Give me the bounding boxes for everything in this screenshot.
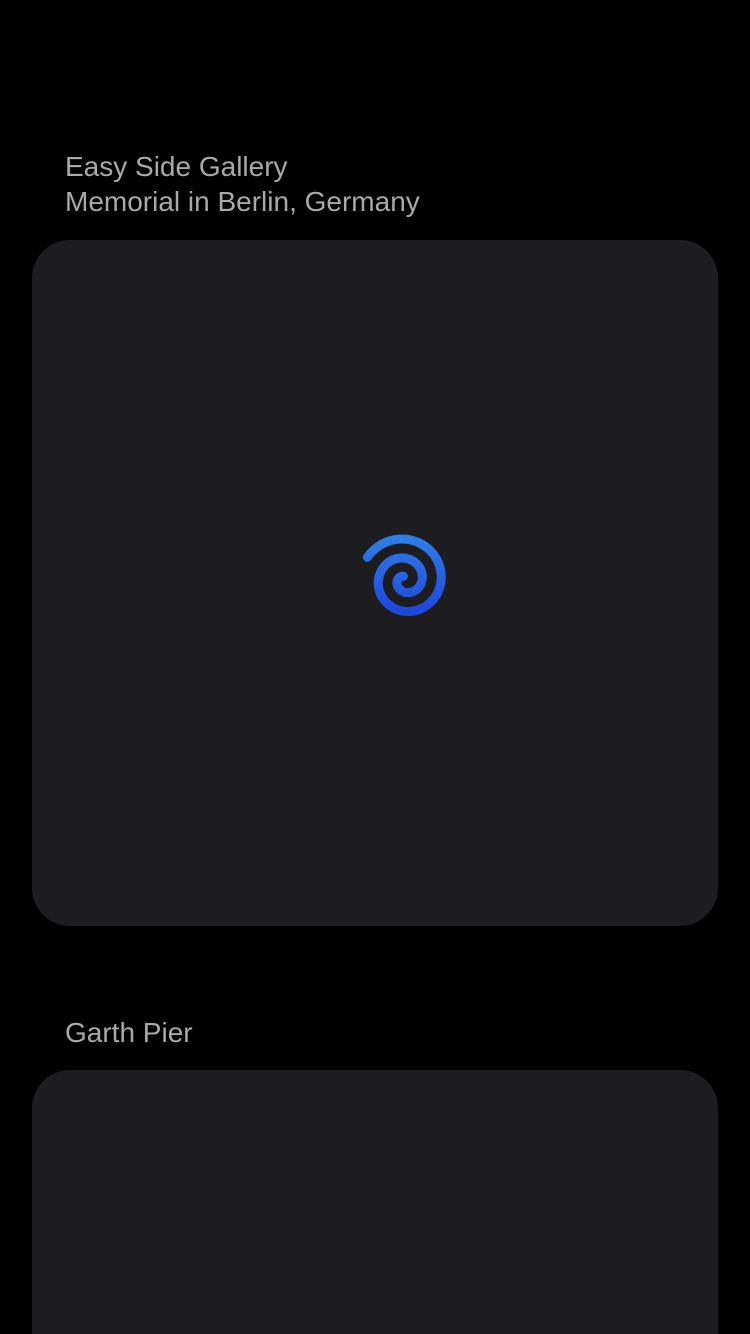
card-title: Easy Side Gallery Memorial in Berlin, Ge… [65, 149, 420, 219]
card-subtitle-line: Memorial in Berlin, Germany [65, 186, 420, 217]
photo-card[interactable] [32, 1070, 718, 1334]
card-title-line: Garth Pier [65, 1017, 193, 1048]
photo-card[interactable] [32, 240, 718, 926]
card-title-line: Easy Side Gallery [65, 151, 288, 182]
spiral-loading-icon [362, 534, 446, 616]
card-title: Garth Pier [65, 1015, 193, 1050]
